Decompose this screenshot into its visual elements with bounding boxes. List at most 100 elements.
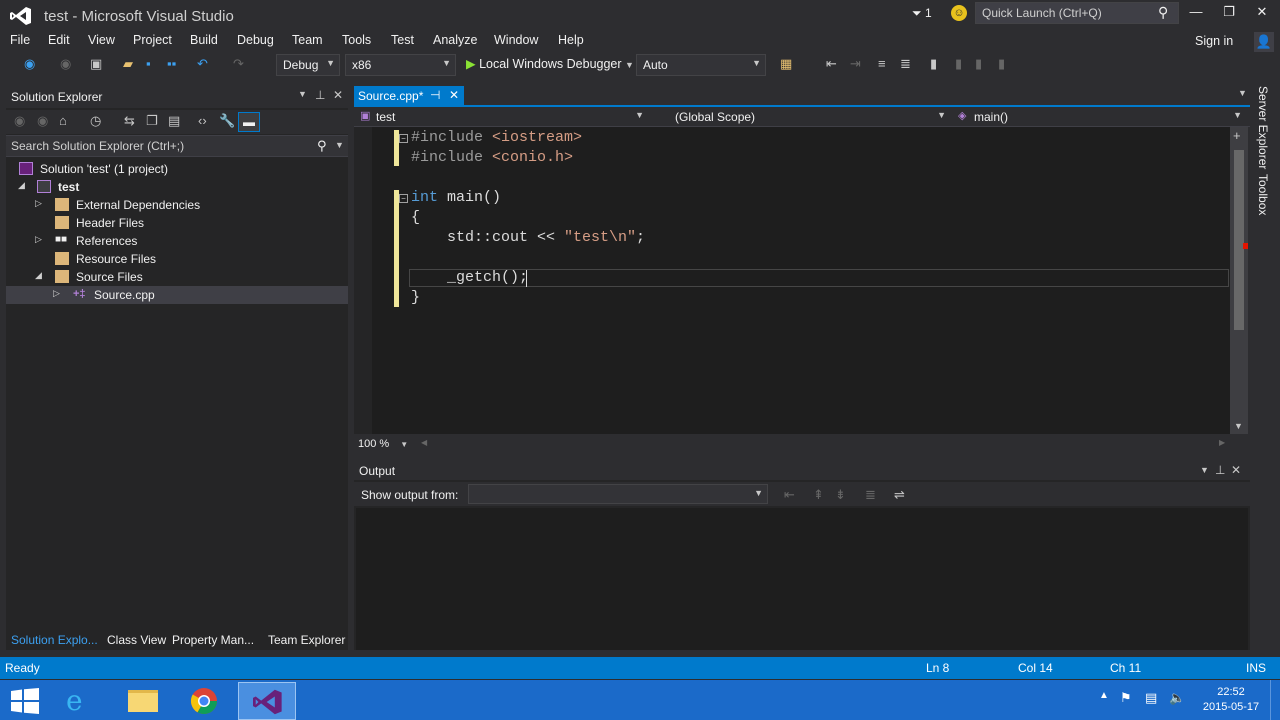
collapsed-arrow-icon[interactable]: ▷ bbox=[53, 288, 60, 299]
collapse-icon[interactable]: − bbox=[399, 194, 408, 203]
home-icon[interactable]: ⌂ bbox=[59, 113, 67, 128]
debugger-mode-select[interactable]: Auto ▼ bbox=[636, 54, 766, 76]
properties-icon[interactable]: 🔧 bbox=[219, 113, 235, 129]
tab-team-explorer[interactable]: Team Explorer bbox=[268, 633, 345, 647]
new-project-icon[interactable]: ▣ bbox=[90, 56, 102, 72]
zoom-select[interactable]: 100 % ▼ bbox=[358, 438, 408, 450]
refresh-icon[interactable]: ❐ bbox=[146, 113, 158, 129]
expanded-arrow-icon[interactable]: ◢ bbox=[35, 270, 42, 281]
uncomment-icon[interactable]: ≣ bbox=[900, 56, 911, 72]
member-select[interactable]: ◈ main() ▼ bbox=[954, 108, 1246, 126]
pin-icon[interactable]: ⊥ bbox=[315, 88, 325, 102]
quick-launch-input[interactable]: Quick Launch (Ctrl+Q) bbox=[975, 2, 1179, 24]
pin-icon[interactable]: ⊥ bbox=[1215, 463, 1225, 477]
pending-changes-icon[interactable]: ◷ bbox=[90, 113, 101, 129]
panel-menu-icon[interactable]: ▼ bbox=[1200, 465, 1209, 475]
expanded-arrow-icon[interactable]: ◢ bbox=[18, 180, 25, 191]
menu-help[interactable]: Help bbox=[558, 33, 584, 47]
show-all-files-icon[interactable]: ▤ bbox=[168, 113, 180, 129]
prev-message-icon[interactable]: ⇞ bbox=[813, 487, 824, 503]
forward-icon[interactable]: ◉ bbox=[37, 113, 48, 129]
next-message-icon[interactable]: ⇟ bbox=[835, 487, 846, 503]
menu-edit[interactable]: Edit bbox=[48, 33, 70, 47]
search-icon[interactable]: ⚲ bbox=[1158, 4, 1168, 21]
search-icon[interactable]: ⚲ bbox=[317, 138, 327, 154]
output-text-area[interactable] bbox=[356, 508, 1248, 650]
internet-explorer-button[interactable]: e bbox=[54, 682, 112, 720]
find-message-icon[interactable]: ⇤ bbox=[784, 487, 795, 503]
open-file-icon[interactable]: ▰ bbox=[123, 56, 133, 72]
output-source-select[interactable]: ▼ bbox=[468, 484, 768, 504]
tab-server-explorer[interactable]: Server Explorer bbox=[1256, 86, 1270, 169]
tab-source-cpp[interactable]: Source.cpp* ⊣ ✕ bbox=[354, 86, 464, 106]
sync-icon[interactable]: ⇆ bbox=[124, 113, 135, 129]
network-icon[interactable]: ▤ bbox=[1145, 690, 1157, 706]
tab-class-view[interactable]: Class View bbox=[107, 633, 166, 647]
menu-debug[interactable]: Debug bbox=[237, 33, 274, 47]
collapse-icon[interactable]: − bbox=[399, 134, 408, 143]
view-code-icon[interactable]: ‹› bbox=[198, 113, 207, 128]
tree-item-source-cpp[interactable]: ▷ +‡ Source.cpp bbox=[6, 286, 348, 304]
menu-project[interactable]: Project bbox=[133, 33, 172, 47]
show-desktop-button[interactable] bbox=[1270, 680, 1280, 720]
indent-icon[interactable]: ⇥ bbox=[850, 56, 861, 72]
tree-item-source-files[interactable]: ◢ Source Files bbox=[6, 268, 348, 286]
chrome-button[interactable] bbox=[176, 682, 234, 720]
notifications-button[interactable]: ⏷ 1 bbox=[912, 6, 932, 21]
tree-item-header-files[interactable]: Header Files bbox=[6, 214, 348, 232]
tree-item-project[interactable]: ◢ test bbox=[6, 178, 348, 196]
project-select[interactable]: ▣ test ▼ bbox=[358, 108, 648, 126]
windows-start-icon[interactable] bbox=[11, 688, 39, 714]
scroll-down-icon[interactable]: ▼ bbox=[1234, 421, 1243, 431]
back-icon[interactable]: ◉ bbox=[14, 113, 25, 129]
menu-tools[interactable]: Tools bbox=[342, 33, 371, 47]
visual-studio-taskbar-button[interactable] bbox=[238, 682, 296, 720]
menu-file[interactable]: File bbox=[10, 33, 30, 47]
tree-item-references[interactable]: ▷ ■■ References bbox=[6, 232, 348, 250]
scrollbar-thumb[interactable] bbox=[1234, 150, 1244, 330]
close-icon[interactable]: ✕ bbox=[1231, 463, 1241, 477]
taskbar-clock[interactable]: 22:52 2015-05-17 bbox=[1200, 685, 1262, 715]
tree-item-resource-files[interactable]: Resource Files bbox=[6, 250, 348, 268]
tab-property-manager[interactable]: Property Man... bbox=[172, 633, 254, 647]
clear-bookmarks-icon[interactable]: ▮ bbox=[998, 56, 1005, 72]
scroll-right-icon[interactable]: ▶ bbox=[1219, 438, 1225, 447]
tab-list-icon[interactable]: ▼ bbox=[1238, 88, 1247, 98]
show-hidden-icons-icon[interactable]: ▲ bbox=[1099, 690, 1109, 701]
bookmark-icon[interactable]: ▮ bbox=[930, 56, 937, 72]
menu-test[interactable]: Test bbox=[391, 33, 414, 47]
menu-team[interactable]: Team bbox=[292, 33, 323, 47]
menu-view[interactable]: View bbox=[88, 33, 115, 47]
redo-icon[interactable]: ↷ bbox=[233, 56, 244, 72]
scope-select[interactable]: (Global Scope) ▼ bbox=[654, 108, 950, 126]
restore-button[interactable]: ❐ bbox=[1216, 4, 1242, 24]
account-icon[interactable]: 👤 bbox=[1254, 32, 1274, 52]
preview-selected-icon[interactable]: ▬ bbox=[238, 112, 260, 132]
navigate-back-icon[interactable]: ◉ bbox=[24, 56, 35, 72]
scroll-left-icon[interactable]: ◀ bbox=[421, 438, 427, 447]
pin-icon[interactable]: ⊣ bbox=[430, 88, 440, 102]
panel-menu-icon[interactable]: ▼ bbox=[298, 89, 307, 99]
minimize-button[interactable]: — bbox=[1183, 4, 1209, 24]
solution-search-input[interactable]: Search Solution Explorer (Ctrl+;) ⚲ ▼ bbox=[6, 135, 348, 157]
tree-item-solution[interactable]: Solution 'test' (1 project) bbox=[6, 160, 348, 178]
comment-icon[interactable]: ≡ bbox=[878, 56, 886, 71]
navigate-forward-icon[interactable]: ◉ bbox=[60, 56, 71, 72]
volume-icon[interactable]: 🔈 bbox=[1169, 690, 1185, 706]
close-icon[interactable]: ✕ bbox=[333, 88, 343, 102]
menu-analyze[interactable]: Analyze bbox=[433, 33, 477, 47]
tab-toolbox[interactable]: Toolbox bbox=[1256, 174, 1270, 215]
browse-icon[interactable]: ▦ bbox=[780, 56, 792, 72]
configuration-select[interactable]: Debug ▼ bbox=[276, 54, 340, 76]
undo-icon[interactable]: ↶ bbox=[197, 56, 208, 72]
collapsed-arrow-icon[interactable]: ▷ bbox=[35, 234, 42, 245]
menu-window[interactable]: Window bbox=[494, 33, 538, 47]
next-bookmark-icon[interactable]: ▮ bbox=[975, 56, 982, 72]
file-explorer-button[interactable] bbox=[114, 682, 172, 720]
feedback-smiley-icon[interactable]: ☺ bbox=[951, 5, 967, 21]
start-debugger-button[interactable]: ▶ Local Windows Debugger ▼ bbox=[466, 56, 634, 71]
collapsed-arrow-icon[interactable]: ▷ bbox=[35, 198, 42, 209]
tab-solution-explorer[interactable]: Solution Explo... bbox=[11, 633, 98, 647]
sign-in-link[interactable]: Sign in bbox=[1195, 34, 1233, 48]
prev-bookmark-icon[interactable]: ▮ bbox=[955, 56, 962, 72]
